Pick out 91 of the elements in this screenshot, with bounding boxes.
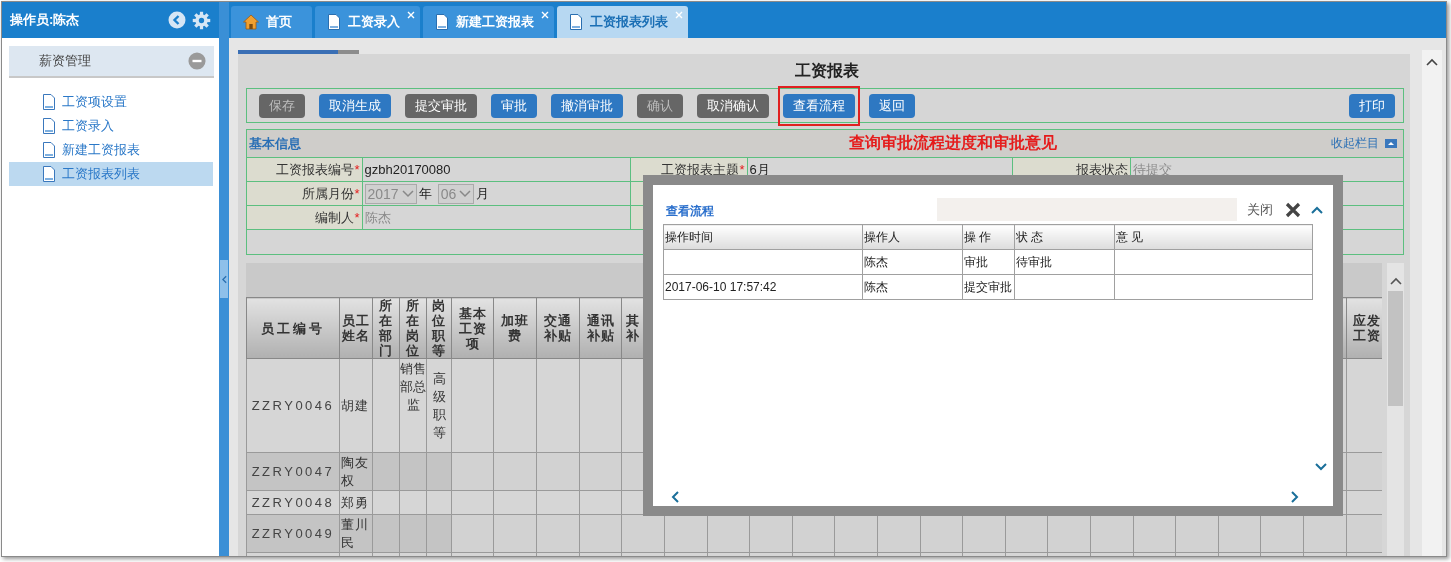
toolbar-button[interactable]: 提交审批 bbox=[405, 93, 477, 118]
tab[interactable]: 新建工资报表 bbox=[423, 6, 554, 38]
unit-label: 年 bbox=[418, 184, 432, 203]
print-button[interactable]: 打印 bbox=[1349, 93, 1395, 118]
column-header[interactable]: 通讯补贴 bbox=[579, 297, 622, 359]
document-icon bbox=[42, 118, 56, 134]
document-icon bbox=[327, 14, 341, 30]
field-label: 所属月份* bbox=[247, 181, 362, 206]
toolbar-button[interactable]: 查看流程 bbox=[783, 93, 855, 118]
chevron-down-icon bbox=[459, 189, 472, 198]
column-header[interactable]: 所在部门 bbox=[372, 297, 400, 359]
toolbar-button[interactable]: 取消确认 bbox=[697, 93, 769, 118]
table-cell: ZZRY0046 bbox=[246, 358, 340, 453]
column-header: 意 见 bbox=[1114, 224, 1313, 250]
close-icon[interactable] bbox=[1285, 201, 1301, 218]
collapse-icon[interactable] bbox=[1385, 139, 1397, 148]
column-header: 状 态 bbox=[1014, 224, 1115, 250]
table-cell: 待审批 bbox=[1014, 249, 1115, 275]
settings-icon[interactable] bbox=[192, 10, 211, 30]
section-header[interactable]: 薪资管理 bbox=[9, 46, 214, 78]
chevron-left-icon[interactable] bbox=[671, 491, 679, 503]
collapse-icon[interactable] bbox=[188, 52, 206, 70]
annotation-text: 查询审批流程进度和审批意见 bbox=[848, 133, 1058, 153]
field-label: 编制人* bbox=[247, 205, 362, 230]
sidebar-item[interactable]: 工资录入 bbox=[9, 114, 213, 138]
required-mark: * bbox=[354, 185, 360, 201]
table-cell: 陈杰 bbox=[862, 274, 963, 300]
table-cell: 提交审批 bbox=[962, 274, 1015, 300]
chevron-down-icon[interactable] bbox=[1315, 463, 1327, 471]
table-cell: 审批 bbox=[962, 249, 1015, 275]
table-cell: 胡建 bbox=[339, 358, 373, 453]
required-mark: * bbox=[354, 161, 360, 177]
collapse-link[interactable]: 收起栏目 bbox=[1331, 135, 1379, 152]
back-icon[interactable] bbox=[168, 11, 186, 29]
scrollbar[interactable] bbox=[1422, 50, 1442, 556]
column-header[interactable]: 基本工资项 bbox=[451, 297, 494, 359]
section-title: 薪资管理 bbox=[39, 52, 92, 70]
document-icon bbox=[42, 142, 56, 158]
collapse-handle[interactable] bbox=[220, 260, 228, 298]
document-icon bbox=[435, 14, 449, 30]
table-cell: 销售部总监 bbox=[399, 358, 427, 453]
chevron-up-icon[interactable] bbox=[1389, 277, 1402, 285]
table-cell: 高级职等 bbox=[426, 358, 452, 453]
column-header: 操作人 bbox=[862, 224, 963, 250]
chevron-up-icon[interactable] bbox=[1426, 58, 1438, 66]
required-mark: * bbox=[354, 209, 360, 225]
sidebar-item[interactable]: 工资项设置 bbox=[9, 90, 213, 114]
chevron-down-icon bbox=[401, 189, 414, 198]
chevron-right-icon[interactable] bbox=[1291, 491, 1299, 503]
field-value[interactable]: 陈杰 bbox=[362, 205, 630, 230]
column-header[interactable]: 交通补贴 bbox=[536, 297, 580, 359]
unit-label: 月 bbox=[476, 184, 490, 203]
scrollbar[interactable] bbox=[1387, 263, 1404, 556]
column-header[interactable]: 所在岗位 bbox=[399, 297, 427, 359]
column-header: 操 作 bbox=[962, 224, 1015, 250]
column-header[interactable]: 员工编号 bbox=[246, 297, 340, 359]
table-cell: 陈杰 bbox=[862, 249, 963, 275]
sidebar-item[interactable]: 新建工资报表 bbox=[9, 138, 213, 162]
column-header: 操作时间 bbox=[663, 224, 863, 250]
table-cell: ZZRY0049 bbox=[246, 514, 340, 553]
column-header[interactable]: 应发工资 bbox=[1346, 297, 1382, 359]
column-header[interactable]: 加班费 bbox=[493, 297, 537, 359]
close-link[interactable]: 关闭 bbox=[1247, 200, 1273, 219]
chevron-up-icon[interactable] bbox=[1311, 205, 1323, 214]
sidebar-item[interactable]: 工资报表列表 bbox=[9, 162, 213, 186]
operator-label: 操作员:陈杰 bbox=[10, 11, 81, 29]
tab[interactable]: 工资录入 bbox=[315, 6, 420, 38]
tab[interactable]: 首页 bbox=[231, 6, 312, 38]
table-cell: ZZRY0048 bbox=[246, 490, 340, 515]
column-header[interactable]: 岗位职等 bbox=[426, 297, 452, 359]
tab[interactable]: 工资报表列表 bbox=[557, 6, 688, 38]
field-label: 工资报表编号* bbox=[247, 158, 362, 182]
home-icon bbox=[243, 14, 259, 30]
dialog-title: 查看流程 bbox=[665, 203, 715, 220]
document-icon bbox=[42, 94, 56, 110]
scrollbar-thumb[interactable] bbox=[1388, 291, 1403, 406]
toolbar-button[interactable]: 撤消审批 bbox=[551, 93, 623, 118]
document-icon bbox=[42, 166, 56, 182]
splitter-bar[interactable] bbox=[219, 2, 229, 556]
required-mark: * bbox=[739, 161, 745, 177]
table-cell: 2017-06-10 17:57:42 bbox=[663, 274, 863, 300]
toolbar-button[interactable]: 返回 bbox=[869, 93, 915, 118]
column-header[interactable]: 员工姓名 bbox=[339, 297, 373, 359]
toolbar-button[interactable]: 审批 bbox=[491, 93, 537, 118]
page-title: 工资报表 bbox=[794, 60, 860, 81]
chevron-left-icon bbox=[221, 274, 227, 284]
field-value[interactable]: gzbh20170080 bbox=[362, 158, 630, 182]
document-icon bbox=[569, 14, 583, 30]
section-title: 基本信息 bbox=[249, 134, 302, 153]
toolbar-button[interactable]: 取消生成 bbox=[319, 93, 391, 118]
table-cell: ZZRY0047 bbox=[246, 452, 340, 491]
